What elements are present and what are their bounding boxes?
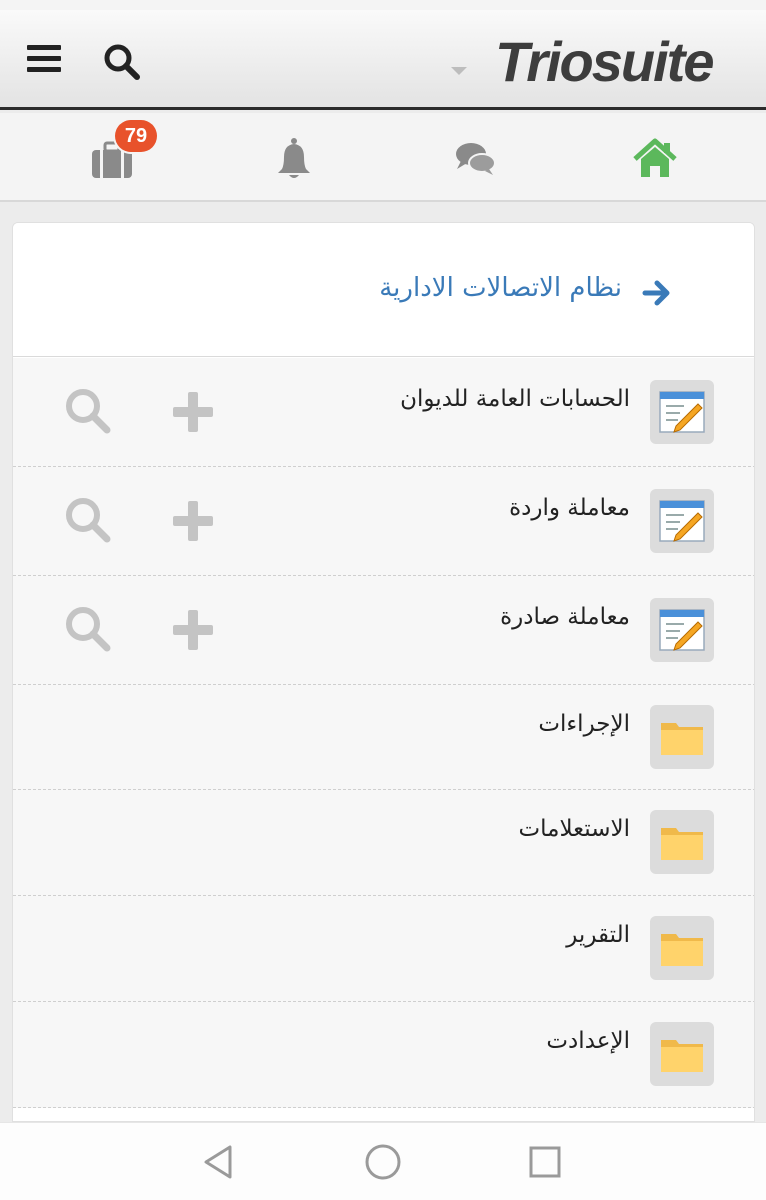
- add-icon[interactable]: [171, 499, 215, 543]
- list-item-label: معاملة صادرة: [500, 604, 630, 630]
- list-item[interactable]: معاملة صادرة: [13, 576, 754, 685]
- search-icon[interactable]: [63, 386, 113, 436]
- search-icon[interactable]: [63, 604, 113, 654]
- back-triangle-icon[interactable]: [198, 1141, 240, 1183]
- list-item[interactable]: الإعدادت: [13, 1002, 754, 1108]
- folder-icon: [650, 1022, 714, 1086]
- module-panel: نظام الاتصالات الادارية الحسابات العامة …: [12, 222, 755, 1122]
- list-item[interactable]: الإجراءات: [13, 685, 754, 790]
- app-logo: Triosuite: [495, 30, 714, 93]
- system-nav-bar: [0, 1122, 766, 1200]
- recents-square-icon[interactable]: [524, 1141, 566, 1183]
- search-icon[interactable]: [63, 495, 113, 545]
- list-item[interactable]: التقرير: [13, 896, 754, 1002]
- add-icon[interactable]: [171, 608, 215, 652]
- folder-icon: [650, 705, 714, 769]
- page-title[interactable]: نظام الاتصالات الادارية: [379, 273, 622, 303]
- list-item-label: الإعدادت: [546, 1028, 630, 1054]
- search-icon[interactable]: [100, 40, 144, 84]
- notification-count-badge: 79: [115, 120, 157, 152]
- caret-down-icon[interactable]: [451, 67, 467, 75]
- form-edit-icon: [650, 489, 714, 553]
- bell-icon[interactable]: [270, 135, 318, 183]
- form-edit-icon: [650, 380, 714, 444]
- home-circle-icon[interactable]: [362, 1141, 404, 1183]
- panel-header[interactable]: نظام الاتصالات الادارية: [13, 223, 754, 357]
- list-item-label: التقرير: [566, 922, 630, 948]
- list-item-label: الاستعلامات: [518, 816, 630, 842]
- list-item-label: الحسابات العامة للديوان: [400, 386, 630, 412]
- form-edit-icon: [650, 598, 714, 662]
- list-item[interactable]: معاملة واردة: [13, 467, 754, 576]
- folder-icon: [650, 916, 714, 980]
- chat-icon[interactable]: [451, 135, 499, 183]
- hamburger-icon[interactable]: [27, 45, 61, 73]
- arrow-right-icon[interactable]: [642, 278, 672, 308]
- list-item-label: الإجراءات: [538, 711, 630, 737]
- list-item[interactable]: الاستعلامات: [13, 790, 754, 896]
- menu-list: الحسابات العامة للديوان معاملة واردة معا…: [13, 358, 754, 1108]
- top-toolbar: [0, 113, 766, 202]
- home-icon[interactable]: [631, 135, 679, 183]
- app-header: Triosuite: [0, 10, 766, 110]
- status-bar: [0, 0, 766, 10]
- add-icon[interactable]: [171, 390, 215, 434]
- list-item-label: معاملة واردة: [509, 495, 630, 521]
- folder-icon: [650, 810, 714, 874]
- list-item[interactable]: الحسابات العامة للديوان: [13, 358, 754, 467]
